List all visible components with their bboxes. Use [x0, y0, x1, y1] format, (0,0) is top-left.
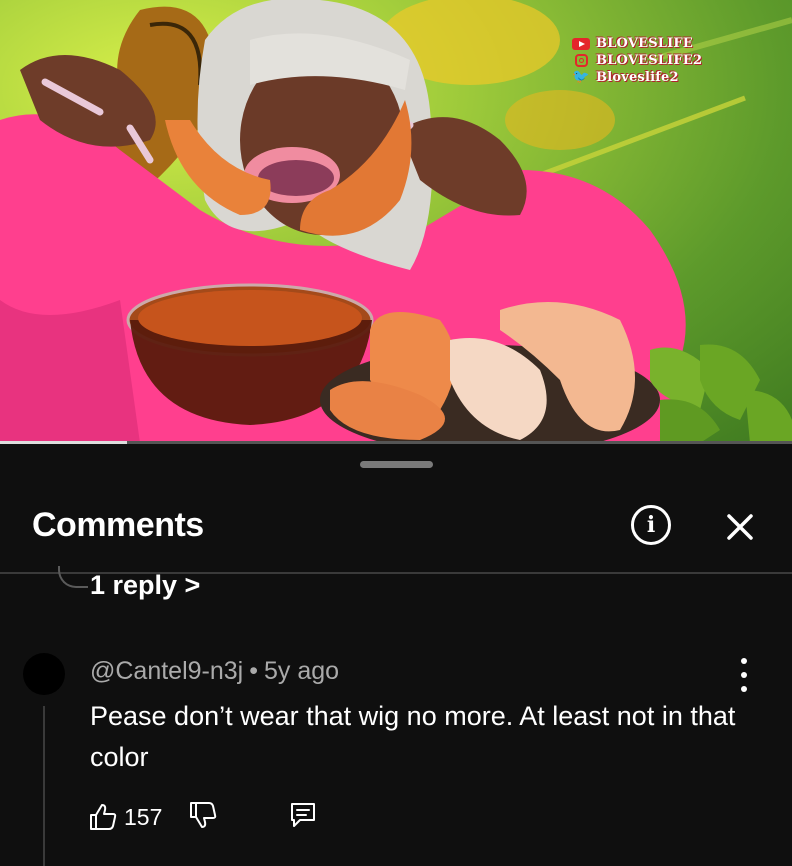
thumbs-down-icon	[190, 801, 217, 828]
avatar[interactable]	[23, 653, 65, 695]
panel-title: Comments	[32, 506, 204, 544]
more-vert-icon	[741, 658, 747, 664]
reply-icon	[291, 802, 316, 827]
dislike-button[interactable]	[188, 800, 218, 835]
comment-meta: @Cantel9-n3j • 5y ago	[90, 657, 339, 686]
close-icon	[727, 514, 753, 540]
more-vert-icon-dot	[741, 686, 747, 692]
comments-sheet: Comments i 1 reply > @Cantel9-n3j • 5y ago…	[0, 444, 792, 866]
view-replies-link[interactable]: 1 reply >	[90, 570, 200, 601]
channel-watermark: BLOVESLIFE BLOVESLIFE2 🐦 Bloveslife2	[572, 35, 702, 86]
more-vert-icon-dot	[741, 672, 747, 678]
close-button[interactable]	[720, 507, 760, 547]
twitter-icon: 🐦	[572, 69, 590, 85]
watermark-youtube-text: BLOVESLIFE	[596, 36, 693, 51]
more-options-button[interactable]	[734, 658, 754, 692]
info-button[interactable]: i	[631, 505, 671, 545]
watermark-twitter-text: Bloveslife2	[596, 70, 679, 85]
comment-author[interactable]: @Cantel9-n3j	[90, 657, 243, 685]
thumbs-up-icon	[90, 804, 117, 830]
video-player[interactable]: BLOVESLIFE BLOVESLIFE2 🐦 Bloveslife2	[0, 0, 792, 443]
like-count: 157	[124, 803, 163, 830]
watermark-twitter: 🐦 Bloveslife2	[572, 69, 702, 86]
watermark-youtube: BLOVESLIFE	[572, 35, 702, 52]
watermark-instagram-text: BLOVESLIFE2	[596, 53, 703, 68]
watermark-instagram: BLOVESLIFE2	[572, 52, 702, 69]
instagram-icon	[575, 54, 588, 67]
reply-thread-connector	[58, 566, 88, 588]
meta-separator: •	[249, 657, 259, 685]
comment-age: 5y ago	[264, 657, 340, 685]
comment-text: Pease don’t wear that wig no more. At le…	[90, 701, 736, 772]
reply-button[interactable]	[288, 800, 318, 835]
like-button[interactable]: 157	[88, 802, 162, 832]
info-icon: i	[646, 512, 656, 538]
thread-line	[43, 706, 45, 866]
youtube-icon	[572, 37, 590, 50]
comment-actions: 157	[88, 800, 318, 834]
drag-handle[interactable]	[360, 461, 433, 468]
